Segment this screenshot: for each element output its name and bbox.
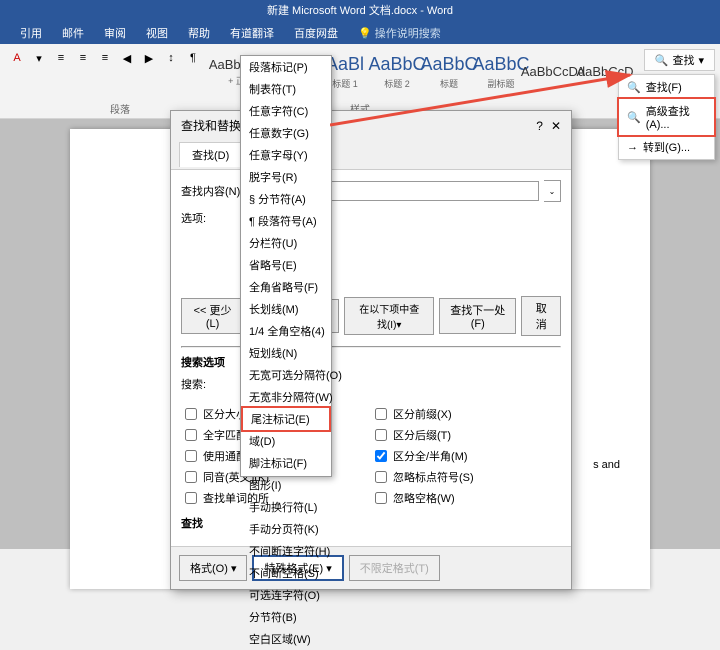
search-option-checkbox[interactable]: 区分全/半角(M) [371, 447, 561, 465]
ribbon: A ▾ ≡ ≡ ≡ ◀ ▶ ↕ ¶ 段落 AaBbCcDd+ 正文AaBbCcD… [0, 44, 720, 119]
tab-review[interactable]: 审阅 [94, 22, 136, 44]
increase-indent-btn[interactable]: ▶ [139, 48, 159, 68]
special-menu-item[interactable]: 分节符(B) [241, 606, 331, 628]
find-in-button[interactable]: 在以下项中查找(I)▾ [344, 297, 434, 335]
find-next-button[interactable]: 查找下一处(F) [439, 298, 516, 334]
search-option-checkbox[interactable]: 忽略空格(W) [371, 489, 561, 507]
tab-baidu[interactable]: 百度网盘 [284, 22, 348, 44]
special-menu-item[interactable]: 省略号(E) [241, 254, 331, 276]
style-item[interactable]: AaBbCcDd [527, 46, 579, 98]
menu-icon: 🔍 [627, 111, 641, 124]
menu-icon: → [627, 141, 638, 153]
special-menu-item[interactable]: 可选连字符(O) [241, 584, 331, 606]
find-section-label: 查找 [181, 515, 561, 531]
font-group: A ▾ ≡ ≡ ≡ ◀ ▶ ↕ ¶ [5, 46, 205, 70]
cancel-button[interactable]: 取消 [521, 296, 561, 336]
special-menu-item[interactable]: 任意字符(C) [241, 100, 331, 122]
special-menu-item[interactable]: 不间断空格(S) [241, 562, 331, 584]
dialog-help-icon[interactable]: ? [536, 119, 543, 133]
no-formatting-button: 不限定格式(T) [349, 555, 440, 581]
style-item[interactable]: AaBbC标题 2 [371, 46, 423, 98]
find-menu-item[interactable]: 🔍查找(F) [619, 75, 714, 99]
special-menu-item[interactable]: 段落标记(P) [241, 56, 331, 78]
find-button[interactable]: 🔍 查找 ▾ [644, 49, 715, 71]
special-menu-item[interactable]: 域(D) [241, 430, 331, 452]
special-menu-item[interactable]: § 分节符(A) [241, 188, 331, 210]
search-direction-label: 搜索: [181, 376, 246, 392]
special-menu-item[interactable]: 制表符(T) [241, 78, 331, 100]
special-menu-item[interactable]: ¶ 段落符号(A) [241, 210, 331, 232]
options-label: 选项: [181, 210, 246, 226]
tab-references[interactable]: 引用 [10, 22, 52, 44]
special-menu-item[interactable]: 手动分页符(K) [241, 518, 331, 540]
ribbon-tabs: 引用 邮件 审阅 视图 帮助 有道翻译 百度网盘 💡 操作说明搜索 [0, 22, 720, 44]
search-icon: 🔍 [655, 54, 669, 67]
sort-btn[interactable]: ↕ [161, 48, 181, 68]
font-color-btn[interactable]: A [7, 48, 27, 68]
tab-tellme[interactable]: 💡 操作说明搜索 [348, 22, 451, 44]
highlight-btn[interactable]: ▾ [29, 48, 49, 68]
show-marks-btn[interactable]: ¶ [183, 48, 203, 68]
less-button[interactable]: << 更少(L) [181, 298, 244, 334]
special-format-menu: 段落标记(P)制表符(T)任意字符(C)任意数字(G)任意字母(Y)脱字号(R)… [240, 55, 332, 477]
special-menu-item[interactable]: 脱字号(R) [241, 166, 331, 188]
special-menu-item[interactable]: 图形(I) [241, 474, 331, 496]
find-menu-item[interactable]: 🔍高级查找(A)... [617, 97, 716, 137]
search-option-checkbox[interactable]: 忽略标点符号(S) [371, 468, 561, 486]
tab-help[interactable]: 帮助 [178, 22, 220, 44]
special-menu-item[interactable]: 任意字母(Y) [241, 144, 331, 166]
multilevel-btn[interactable]: ≡ [95, 48, 115, 68]
special-menu-item[interactable]: 1/4 全角空格(4) [241, 320, 331, 342]
find-history-dropdown[interactable]: ⌄ [544, 180, 561, 202]
find-what-label: 查找内容(N): [181, 183, 246, 199]
special-menu-item[interactable]: 尾注标记(E) [241, 406, 331, 432]
special-menu-item[interactable]: 无宽非分隔符(W) [241, 386, 331, 408]
window-title: 新建 Microsoft Word 文档.docx - Word [0, 0, 720, 22]
search-option-checkbox[interactable]: 区分后缀(T) [371, 426, 561, 444]
tab-view[interactable]: 视图 [136, 22, 178, 44]
tab-mailings[interactable]: 邮件 [52, 22, 94, 44]
search-options-label: 搜索选项 [181, 354, 561, 370]
special-menu-item[interactable]: 长划线(M) [241, 298, 331, 320]
style-item[interactable]: AaBbC标题 [423, 46, 475, 98]
find-tab[interactable]: 查找(D) [179, 142, 242, 167]
special-menu-item[interactable]: 短划线(N) [241, 342, 331, 364]
close-icon[interactable]: ✕ [551, 119, 561, 133]
special-menu-item[interactable]: 分栏符(U) [241, 232, 331, 254]
search-option-checkbox[interactable]: 区分前缀(X) [371, 405, 561, 423]
numbering-btn[interactable]: ≡ [73, 48, 93, 68]
special-menu-item[interactable]: 全角省略号(F) [241, 276, 331, 298]
menu-icon: 🔍 [627, 81, 641, 94]
special-menu-item[interactable]: 任意数字(G) [241, 122, 331, 144]
special-menu-item[interactable]: 无宽可选分隔符(O) [241, 364, 331, 386]
style-item[interactable]: AaBbC副标题 [475, 46, 527, 98]
special-menu-item[interactable]: 脚注标记(F) [241, 452, 331, 474]
paragraph-group-label: 段落 [110, 101, 130, 116]
special-menu-item[interactable]: 不间断连字符(H) [241, 540, 331, 562]
find-replace-dialog: 查找和替换 ? ✕ 查找(D) 替换(P) 查找内容(N): ⌄ 选项: 向下 … [170, 110, 572, 590]
find-menu-item[interactable]: →转到(G)... [619, 135, 714, 159]
special-menu-item[interactable]: 手动换行符(L) [241, 496, 331, 518]
special-menu-item[interactable]: 空白区域(W) [241, 628, 331, 650]
decrease-indent-btn[interactable]: ◀ [117, 48, 137, 68]
format-button[interactable]: 格式(O) ▾ [179, 555, 247, 581]
tab-youdao[interactable]: 有道翻译 [220, 22, 284, 44]
dialog-title-text: 查找和替换 [181, 117, 241, 134]
find-label: 查找 [672, 52, 694, 68]
list-btn[interactable]: ≡ [51, 48, 71, 68]
chevron-down-icon: ▾ [698, 54, 704, 67]
find-dropdown-menu: 🔍查找(F)🔍高级查找(A)...→转到(G)... [618, 74, 715, 160]
